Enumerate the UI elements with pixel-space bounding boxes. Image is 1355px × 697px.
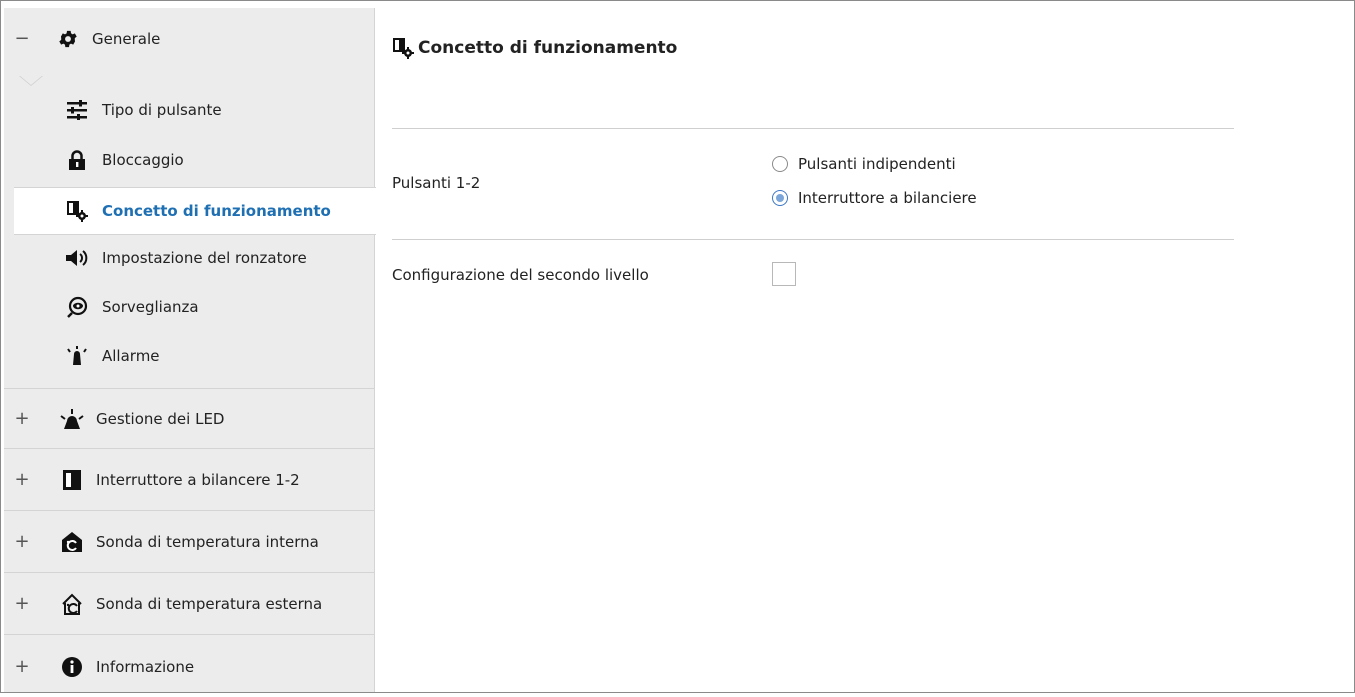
sidebar-group-generale[interactable]: − Generale (4, 8, 374, 69)
led-icon (58, 408, 86, 430)
pulsanti-label: Pulsanti 1-2 (392, 174, 481, 192)
sidebar-group-label: Interruttore a bilancere 1-2 (96, 471, 300, 489)
sidebar-item-tipo-di-pulsante[interactable]: Tipo di pulsante (4, 88, 374, 132)
expand-toggle[interactable]: + (4, 657, 40, 676)
expand-toggle[interactable]: + (4, 595, 40, 613)
sidebar-item-concetto-di-funzionamento[interactable]: Concetto di funzionamento (14, 187, 376, 235)
sidebar-group-informazione[interactable]: + Informazione (4, 636, 374, 697)
sidebar-item-label: Sorveglianza (102, 298, 199, 316)
sidebar-item-label: Allarme (102, 347, 160, 365)
radio-label: Interruttore a bilanciere (798, 189, 977, 207)
sidebar-group-interruttore-a-bilancere[interactable]: + Interruttore a bilancere 1-2 (4, 450, 374, 511)
page-title-text: Concetto di funzionamento (418, 38, 678, 58)
radio-dot (776, 194, 784, 202)
sidebar: − Generale Tipo di pulsante Bloccaggio C… (4, 8, 376, 692)
sidebar-item-label: Tipo di pulsante (102, 101, 222, 119)
sidebar-group-label: Generale (92, 29, 161, 48)
sidebar-group-sonda-temperatura-esterna[interactable]: + Sonda di temperatura esterna (4, 574, 374, 635)
page-title: Concetto di funzionamento (392, 37, 677, 59)
sidebar-item-allarme[interactable]: Allarme (4, 334, 374, 378)
operation-concept-icon (64, 200, 90, 222)
info-icon (58, 656, 86, 678)
secondo-livello-checkbox[interactable] (772, 262, 796, 286)
speaker-icon (64, 247, 90, 269)
divider (392, 128, 1234, 129)
main-panel: Concetto di funzionamento Pulsanti 1-2 P… (392, 1, 1234, 692)
sidebar-item-label: Concetto di funzionamento (102, 202, 331, 220)
sidebar-item-sorveglianza[interactable]: Sorveglianza (4, 285, 374, 329)
sidebar-group-label: Sonda di temperatura interna (96, 533, 319, 551)
expand-toggle[interactable]: + (4, 533, 40, 551)
sidebar-group-label: Informazione (96, 657, 195, 676)
secondo-livello-label: Configurazione del secondo livello (392, 266, 649, 284)
lock-icon (64, 149, 90, 171)
sidebar-item-label: Bloccaggio (102, 151, 184, 169)
gear-icon (54, 28, 82, 50)
radio-label: Pulsanti indipendenti (798, 155, 956, 173)
rocker-switch-icon (58, 469, 86, 491)
radio-pulsanti-indipendenti[interactable]: Pulsanti indipendenti (772, 155, 956, 173)
collapse-toggle[interactable]: − (4, 29, 40, 48)
group-notch (19, 75, 43, 85)
radio-button-selected[interactable] (772, 190, 788, 206)
outdoor-temperature-icon (58, 593, 86, 615)
sidebar-group-gestione-dei-led[interactable]: + Gestione dei LED (4, 388, 374, 449)
sidebar-group-sonda-temperatura-interna[interactable]: + Sonda di temperatura interna (4, 512, 374, 573)
window-frame: − Generale Tipo di pulsante Bloccaggio C… (0, 0, 1355, 693)
sidebar-item-label: Impostazione del ronzatore (102, 249, 307, 267)
sliders-icon (64, 99, 90, 121)
divider (392, 239, 1234, 240)
indoor-temperature-icon (58, 531, 86, 553)
sidebar-item-impostazione-del-ronzatore[interactable]: Impostazione del ronzatore (4, 236, 374, 280)
sidebar-item-bloccaggio[interactable]: Bloccaggio (4, 138, 374, 182)
radio-interruttore-a-bilanciere[interactable]: Interruttore a bilanciere (772, 189, 977, 207)
expand-toggle[interactable]: + (4, 409, 40, 428)
operation-concept-icon (392, 37, 414, 59)
sidebar-group-label: Sonda di temperatura esterna (96, 595, 323, 613)
sidebar-group-label: Gestione dei LED (96, 409, 225, 428)
expand-toggle[interactable]: + (4, 471, 40, 489)
alarm-icon (64, 345, 90, 367)
radio-button[interactable] (772, 156, 788, 172)
surveillance-icon (64, 296, 90, 318)
